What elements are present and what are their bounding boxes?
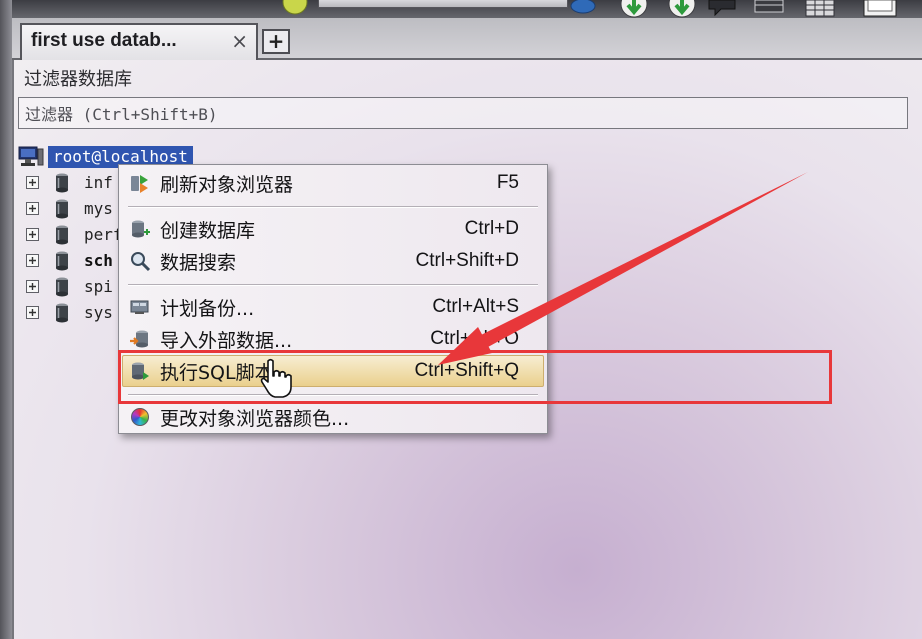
- menu-item-change-browser-color[interactable]: 更改对象浏览器颜色...: [122, 401, 544, 433]
- table-icon[interactable]: [752, 0, 786, 23]
- database-icon: [54, 172, 70, 194]
- schedule-backup-icon: [129, 296, 151, 318]
- filter-field[interactable]: [18, 97, 908, 129]
- window-icon[interactable]: [860, 0, 900, 23]
- new-connection-icon[interactable]: [280, 0, 310, 21]
- database-icon: [54, 224, 70, 246]
- filter-label: 过滤器数据库: [24, 69, 132, 90]
- menu-shortcut: Ctrl+Alt+O: [430, 328, 519, 349]
- main-toolbar: [0, 0, 922, 18]
- menu-item-data-search[interactable]: 数据搜索 Ctrl+Shift+D: [122, 245, 544, 277]
- chat-bubble-icon[interactable]: [706, 0, 740, 23]
- annotation-highlight-box: [118, 350, 832, 404]
- menu-item-refresh-object-browser[interactable]: 刷新对象浏览器 F5: [122, 167, 544, 199]
- database-icon: [54, 302, 70, 324]
- menu-label: 刷新对象浏览器: [160, 173, 294, 196]
- filter-input[interactable]: [23, 100, 897, 128]
- screen-bezel: [0, 0, 12, 639]
- menu-label: 更改对象浏览器颜色...: [160, 407, 350, 430]
- download-arrow-icon[interactable]: [664, 0, 700, 23]
- database-icon[interactable]: [568, 0, 598, 21]
- database-name: mys: [84, 199, 113, 218]
- database-name: sys: [84, 303, 113, 322]
- menu-label: 创建数据库: [160, 219, 256, 242]
- close-icon[interactable]: ×: [231, 25, 248, 57]
- expand-icon[interactable]: [26, 306, 39, 319]
- create-database-icon: [129, 218, 151, 240]
- tab-first-use-database[interactable]: first use datab... ×: [20, 23, 258, 60]
- menu-shortcut: Ctrl+Shift+D: [415, 250, 519, 271]
- database-name: sch: [84, 251, 113, 270]
- menu-shortcut: Ctrl+D: [464, 218, 519, 239]
- server-icon: [18, 145, 44, 167]
- grid-icon[interactable]: [802, 0, 838, 23]
- database-icon: [54, 250, 70, 272]
- import-icon: [129, 328, 151, 350]
- menu-shortcut: Ctrl+Alt+S: [432, 296, 519, 317]
- menu-label: 计划备份...: [160, 297, 255, 320]
- menu-label: 导入外部数据...: [160, 329, 293, 352]
- tab-label: first use datab...: [31, 30, 177, 51]
- color-wheel-swatch: [131, 408, 149, 426]
- database-name: spi: [84, 277, 113, 296]
- tab-bar: first use datab... × +: [12, 18, 922, 60]
- expand-icon[interactable]: [26, 228, 39, 241]
- menu-label: 数据搜索: [160, 251, 237, 274]
- download-arrow-icon[interactable]: [616, 0, 652, 23]
- expand-icon[interactable]: [26, 202, 39, 215]
- color-wheel-icon: [129, 406, 151, 428]
- expand-icon[interactable]: [26, 280, 39, 293]
- menu-separator: [122, 277, 544, 291]
- database-name: perf: [84, 225, 123, 244]
- database-icon: [54, 198, 70, 220]
- expand-icon[interactable]: [26, 176, 39, 189]
- menu-item-schedule-backup[interactable]: 计划备份... Ctrl+Alt+S: [122, 291, 544, 323]
- database-icon: [54, 276, 70, 298]
- new-tab-button[interactable]: +: [262, 29, 290, 54]
- menu-separator: [122, 199, 544, 213]
- menu-item-create-database[interactable]: 创建数据库 Ctrl+D: [122, 213, 544, 245]
- connection-dropdown[interactable]: [318, 0, 568, 8]
- refresh-icon: [129, 172, 151, 194]
- database-name: inf: [84, 173, 113, 192]
- hand-cursor-icon: [258, 358, 292, 398]
- expand-icon[interactable]: [26, 254, 39, 267]
- menu-shortcut: F5: [496, 172, 519, 193]
- search-icon: [129, 250, 151, 272]
